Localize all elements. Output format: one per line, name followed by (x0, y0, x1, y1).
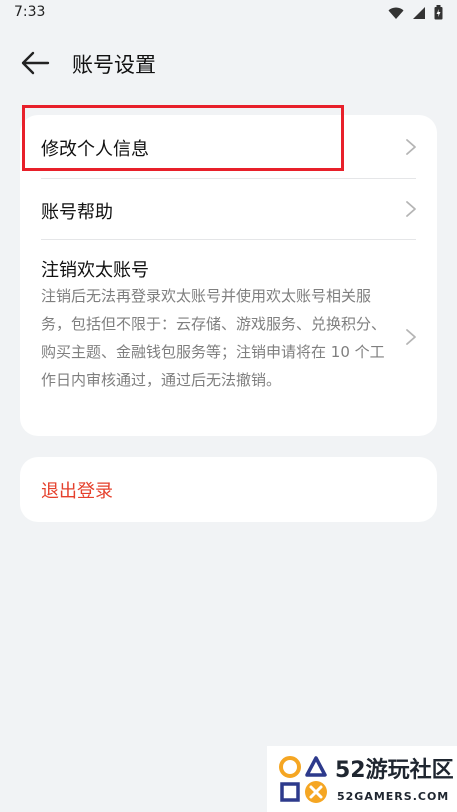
signal-icon (413, 6, 425, 19)
deactivate-account-item[interactable]: 注销欢太账号 注销后无法再登录欢太账号并使用欢太账号相关服务，包括但不限于：云存… (20, 240, 437, 436)
chevron-right-icon (406, 329, 416, 345)
account-help-item[interactable]: 账号帮助 (20, 179, 437, 239)
logout-label: 退出登录 (41, 481, 113, 502)
watermark: 52游玩社区 52GAMERS.COM (267, 746, 457, 812)
status-bar: 7:33 (0, 0, 457, 26)
status-icons (388, 5, 443, 20)
edit-profile-item[interactable]: 修改个人信息 (20, 115, 437, 178)
account-help-label: 账号帮助 (41, 202, 113, 223)
logo-icon (279, 756, 327, 803)
chevron-right-icon (406, 201, 416, 217)
logout-button[interactable]: 退出登录 (20, 457, 437, 522)
chevron-right-icon (406, 139, 416, 155)
watermark-site: 52GAMERS.COM (337, 790, 450, 803)
deactivate-account-label: 注销欢太账号 (41, 260, 149, 281)
battery-icon (434, 5, 443, 20)
back-arrow-icon[interactable] (20, 50, 50, 76)
status-time: 7:33 (14, 4, 46, 20)
page-title: 账号设置 (72, 53, 156, 77)
wifi-icon (388, 7, 404, 19)
watermark-brand: 52游玩社区 (335, 758, 454, 783)
edit-profile-label: 修改个人信息 (41, 139, 149, 160)
settings-card: 修改个人信息 账号帮助 注销欢太账号 注销后无法再登录欢太账号并使用欢太账号相关… (20, 115, 437, 436)
header: 账号设置 (0, 40, 457, 86)
deactivate-account-description: 注销后无法再登录欢太账号并使用欢太账号相关服务，包括但不限于：云存储、游戏服务、… (41, 287, 387, 389)
